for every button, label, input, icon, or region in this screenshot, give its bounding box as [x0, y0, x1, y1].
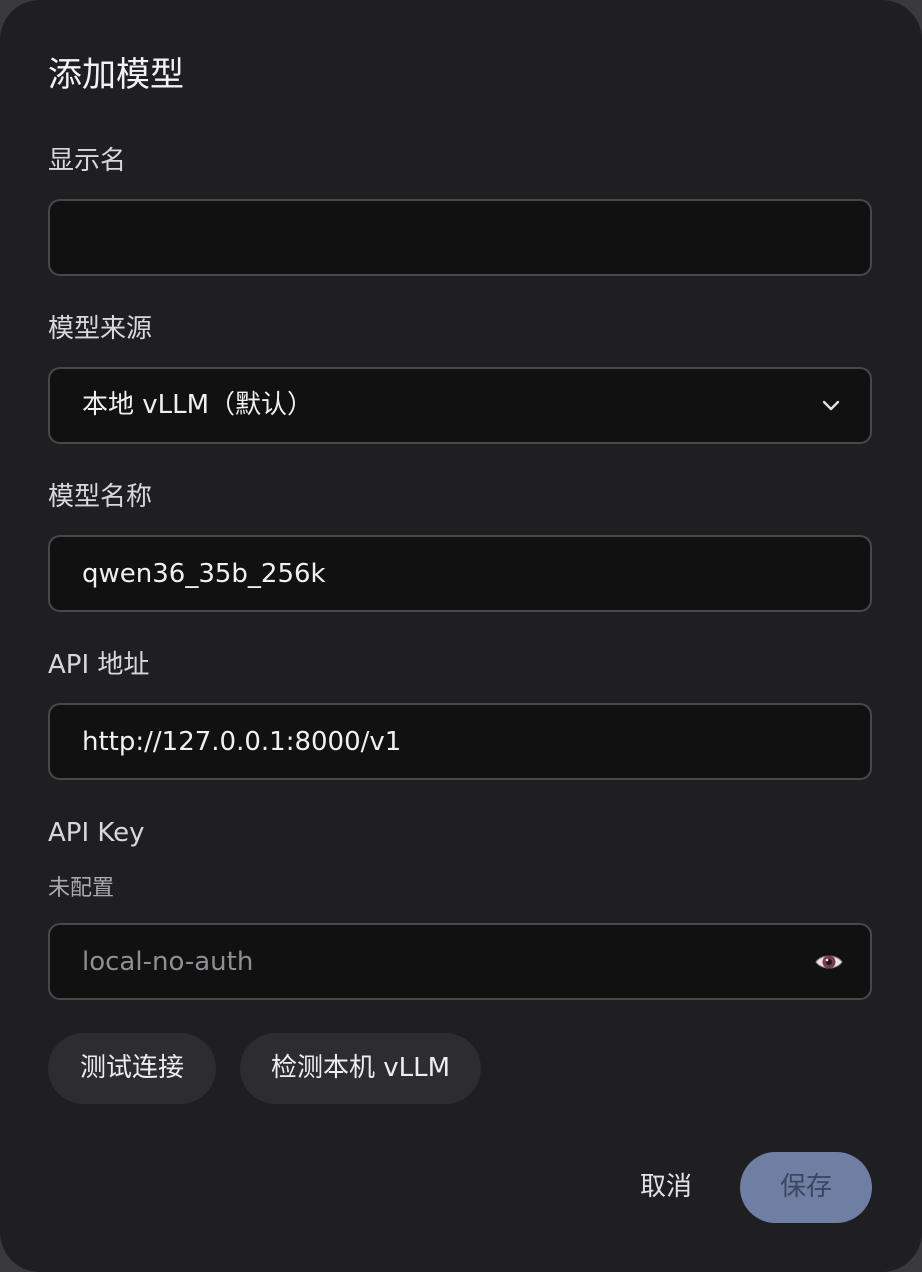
eye-icon[interactable] — [814, 947, 844, 977]
chevron-down-icon — [822, 400, 840, 411]
api-url-label: API 地址 — [48, 650, 150, 680]
api-key-status: 未配置 — [48, 876, 115, 901]
api-key-input[interactable] — [50, 925, 870, 998]
model-name-input[interactable] — [50, 537, 870, 610]
add-model-dialog: 添加模型 显示名 模型来源 本地 vLLM（默认） 模型名称 API 地址 AP… — [0, 0, 922, 1272]
cancel-button[interactable]: 取消 — [624, 1152, 708, 1223]
save-button[interactable]: 保存 — [740, 1152, 872, 1223]
test-connection-button[interactable]: 测试连接 — [48, 1033, 216, 1104]
display-name-label: 显示名 — [48, 146, 127, 176]
model-source-label: 模型来源 — [48, 314, 153, 344]
dialog-title: 添加模型 — [48, 55, 184, 95]
display-name-field-box — [48, 199, 872, 276]
api-key-field-box — [48, 923, 872, 1000]
model-name-label: 模型名称 — [48, 482, 153, 512]
model-source-select[interactable]: 本地 vLLM（默认） — [48, 367, 872, 444]
api-url-field-box — [48, 703, 872, 780]
display-name-input[interactable] — [50, 201, 870, 274]
model-name-field-box — [48, 535, 872, 612]
api-url-input[interactable] — [50, 705, 870, 778]
api-key-label: API Key — [48, 818, 145, 848]
detect-local-vllm-button[interactable]: 检测本机 vLLM — [240, 1033, 481, 1104]
model-source-value: 本地 vLLM（默认） — [82, 390, 314, 420]
